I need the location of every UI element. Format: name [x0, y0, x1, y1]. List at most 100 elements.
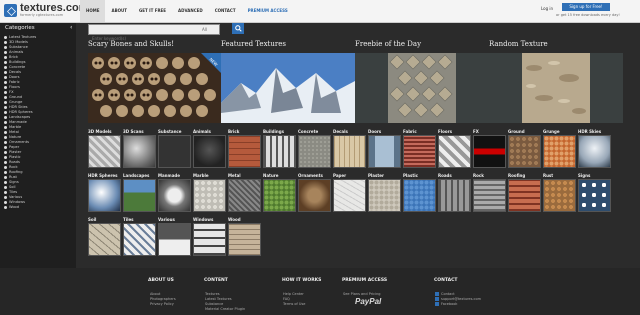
footer-link[interactable]: Contact	[441, 292, 455, 296]
category-tile[interactable]: Floors	[438, 129, 471, 168]
nav-about[interactable]: ABOUT	[105, 0, 133, 22]
category-thumbnail[interactable]	[123, 135, 156, 168]
category-thumbnail[interactable]	[263, 135, 296, 168]
category-thumbnail[interactable]	[298, 179, 331, 212]
chevron-left-icon[interactable]: ‹	[70, 24, 72, 31]
category-thumbnail[interactable]	[193, 135, 226, 168]
category-thumbnail[interactable]	[263, 179, 296, 212]
category-thumbnail[interactable]	[228, 179, 261, 212]
category-tile[interactable]: Substance	[158, 129, 191, 168]
category-thumbnail[interactable]	[578, 135, 611, 168]
footer-link[interactable]: FAQ	[283, 297, 290, 301]
footer-link[interactable]: Substance	[205, 302, 223, 306]
category-tile[interactable]: Rock	[473, 173, 506, 212]
logo[interactable]: textures.com formerly cgtextures.com	[4, 3, 88, 17]
category-thumbnail[interactable]	[123, 179, 156, 212]
category-thumbnail[interactable]	[543, 135, 576, 168]
category-tile[interactable]: Metal	[228, 173, 261, 212]
login-link[interactable]: Log in	[541, 6, 553, 11]
category-thumbnail[interactable]	[193, 223, 226, 256]
sidebar-item[interactable]: Wood	[4, 205, 76, 210]
nav-contact[interactable]: CONTACT	[209, 0, 242, 22]
category-thumbnail[interactable]	[438, 179, 471, 212]
mountain-image[interactable]	[221, 53, 355, 123]
category-thumbnail[interactable]	[123, 223, 156, 256]
nav-advanced[interactable]: ADVANCED	[172, 0, 209, 22]
category-tile[interactable]: FX	[473, 129, 506, 168]
category-tile[interactable]: Landscapes	[123, 173, 156, 212]
freebie-of-the-day[interactable]: Freebie of the Day	[355, 40, 421, 48]
category-tile[interactable]: Buildings	[263, 129, 296, 168]
category-thumbnail[interactable]	[368, 135, 401, 168]
category-thumbnail[interactable]	[508, 179, 541, 212]
category-tile[interactable]: Windows	[193, 217, 226, 256]
category-thumbnail[interactable]	[403, 179, 436, 212]
category-tile[interactable]: Roads	[438, 173, 471, 212]
category-thumbnail[interactable]	[508, 135, 541, 168]
category-thumbnail[interactable]	[543, 179, 576, 212]
category-tile[interactable]: Rust	[543, 173, 576, 212]
footer-link[interactable]: Help Center	[283, 292, 304, 296]
category-thumbnail[interactable]	[158, 179, 191, 212]
footer-link[interactable]: Privacy Policy	[150, 302, 174, 306]
category-tile[interactable]: Animals	[193, 129, 226, 168]
category-thumbnail[interactable]	[333, 135, 366, 168]
category-thumbnail[interactable]	[228, 135, 261, 168]
category-tile[interactable]: Ornaments	[298, 173, 331, 212]
category-thumbnail[interactable]	[88, 179, 121, 212]
nav-premium-access[interactable]: PREMIUM ACCESS	[242, 0, 294, 22]
search-category-select[interactable]: All	[202, 25, 207, 34]
footer-link[interactable]: Latest Textures	[205, 297, 232, 301]
random-texture-image[interactable]	[489, 53, 623, 123]
category-thumbnail[interactable]	[368, 179, 401, 212]
category-thumbnail[interactable]	[473, 135, 506, 168]
category-tile[interactable]: Plastic	[403, 173, 436, 212]
footer-link[interactable]: Photographers	[150, 297, 176, 301]
category-thumbnail[interactable]	[158, 223, 191, 256]
freebie-image[interactable]	[355, 53, 489, 123]
category-tile[interactable]: Concrete	[298, 129, 331, 168]
category-thumbnail[interactable]	[193, 179, 226, 212]
category-thumbnail[interactable]	[438, 135, 471, 168]
category-tile[interactable]: Doors	[368, 129, 401, 168]
category-tile[interactable]: Wood	[228, 217, 261, 256]
category-tile[interactable]: Plaster	[368, 173, 401, 212]
category-thumbnail[interactable]	[228, 223, 261, 256]
category-tile[interactable]: Paper	[333, 173, 366, 212]
search-button[interactable]	[232, 23, 244, 34]
category-thumbnail[interactable]	[403, 135, 436, 168]
footer-link[interactable]: Material Creator Plugin	[205, 307, 245, 311]
category-tile[interactable]: 3D Scans	[123, 129, 156, 168]
signup-button[interactable]: Sign up for Free!	[562, 3, 610, 11]
category-tile[interactable]: Fabric	[403, 129, 436, 168]
nav-get-it-free[interactable]: GET IT FREE	[133, 0, 172, 22]
nav-home[interactable]: HOME	[80, 0, 106, 22]
category-tile[interactable]: Marble	[193, 173, 226, 212]
category-thumbnail[interactable]	[158, 135, 191, 168]
category-tile[interactable]: Brick	[228, 129, 261, 168]
footer-link[interactable]: Terms of Use	[283, 302, 305, 306]
category-tile[interactable]: 3D Models	[88, 129, 121, 168]
category-thumbnail[interactable]	[88, 135, 121, 168]
footer-link[interactable]: Facebook	[441, 302, 457, 306]
category-tile[interactable]: Ground	[508, 129, 541, 168]
footer-link[interactable]: support@textures.com	[441, 297, 481, 301]
category-tile[interactable]: HDR Spheres	[88, 173, 121, 212]
category-tile[interactable]: Signs	[578, 173, 611, 212]
category-thumbnail[interactable]	[88, 223, 121, 256]
featured-textures[interactable]: Featured Textures	[221, 40, 286, 48]
category-tile[interactable]: HDR Skies	[578, 129, 611, 168]
category-tile[interactable]: Soil	[88, 217, 121, 256]
category-thumbnail[interactable]	[333, 179, 366, 212]
footer-link[interactable]: About	[150, 292, 160, 296]
category-tile[interactable]: Roofing	[508, 173, 541, 212]
skulls-image[interactable]: NEW	[88, 53, 221, 123]
footer-link[interactable]: Textures	[205, 292, 220, 296]
category-tile[interactable]: Tiles	[123, 217, 156, 256]
category-tile[interactable]: Manmade	[158, 173, 191, 212]
category-thumbnail[interactable]	[298, 135, 331, 168]
category-tile[interactable]: Decals	[333, 129, 366, 168]
category-tile[interactable]: Various	[158, 217, 191, 256]
category-thumbnail[interactable]	[578, 179, 611, 212]
featured-scary-bones[interactable]: Scary Bones and Skulls!	[88, 40, 174, 48]
